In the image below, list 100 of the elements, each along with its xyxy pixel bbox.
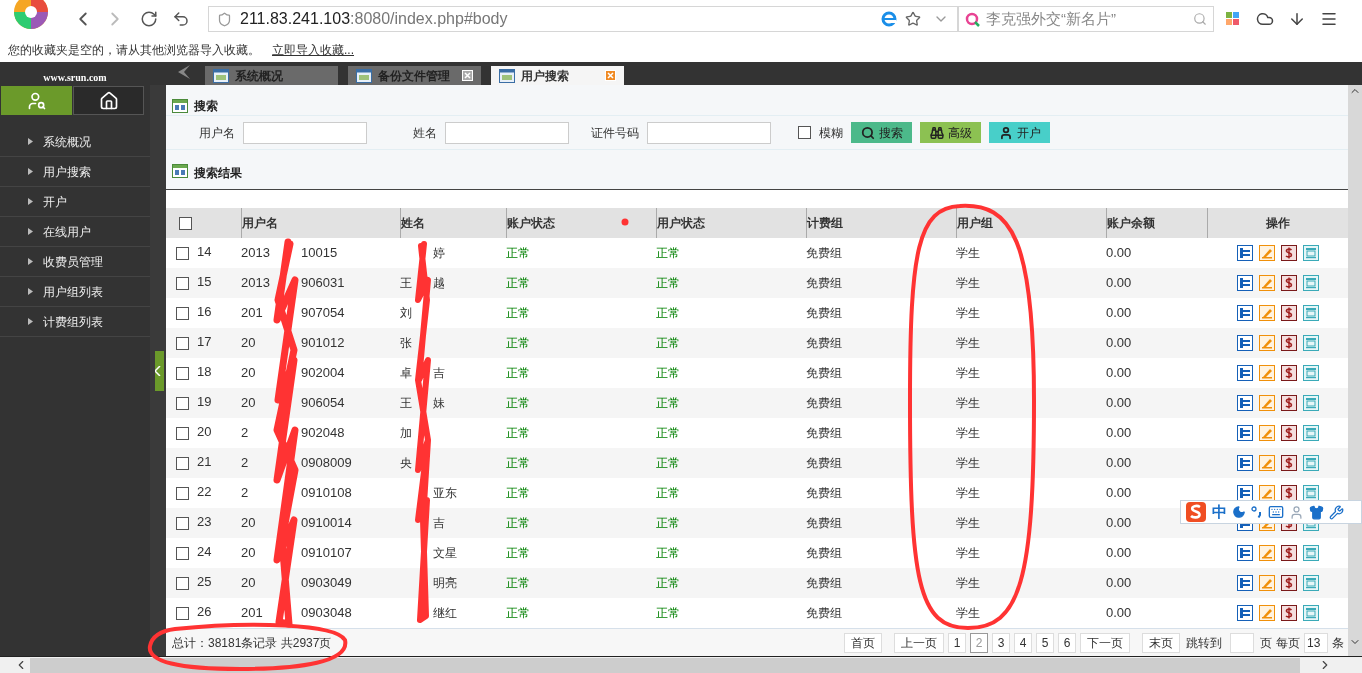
name-text: 央 [400,456,412,470]
username-text: 2 [241,485,249,501]
name-text: 加 [400,426,412,440]
row-number: 15 [197,272,212,291]
name-text: 文星 [433,545,457,562]
table-cell-text: 正常 [656,275,680,292]
table-cell-text: 0.00 [1106,544,1132,563]
row-number: 22 [197,482,212,501]
table-cell-text: 正常 [506,485,530,502]
table-cell-text: 免费组 [806,275,842,292]
username-text: 907054 [301,304,345,323]
table-cell-text: 免费组 [806,395,842,412]
name-text: 越 [433,275,445,292]
table-cell-text: 0.00 [1106,514,1132,533]
username-text: 10015 [301,244,338,263]
username-text: 0910107 [301,544,352,563]
previous-page-button[interactable]: 上一页 [894,632,944,653]
username-text: 0910014 [301,514,352,533]
table-cell-text: 正常 [656,335,680,352]
jump-label: 跳转到 [1186,634,1222,652]
table-cell-text: 正常 [506,425,530,442]
table-cell-text: 0.00 [1106,424,1132,443]
column-header: 账户状态 [507,215,555,232]
username-text: 0910108 [301,484,352,503]
table-cell-text: 学生 [956,575,980,592]
row-number: 17 [197,332,212,351]
column-header: 操作 [1266,215,1290,232]
username-text: 20 [241,395,256,411]
table-cell-text: 正常 [506,545,530,562]
column-header: 计费组 [807,215,843,232]
table-cell-text: 免费组 [806,485,842,502]
per-page-input[interactable]: 13 [1304,632,1328,653]
table-cell-text: 正常 [656,485,680,502]
table-cell-text: 学生 [956,245,980,262]
table-cell-text: 免费组 [806,335,842,352]
total-text: 总计：38181条记录 共2937页 [172,634,332,652]
panel-title: 搜索 [194,97,218,115]
table-cell-text: 正常 [506,605,530,622]
username-text: 20 [241,545,256,561]
action-button[interactable]: 高级 [920,122,981,143]
row-number: 24 [197,542,212,561]
name-text: 婷 [433,245,445,262]
row-number: 18 [197,362,212,381]
action-button[interactable]: 搜索 [851,122,912,143]
column-header: 姓名 [401,215,425,232]
page-button[interactable]: 3 [992,632,1010,653]
table-cell-text: 免费组 [806,425,842,442]
next-page-button[interactable]: 下一页 [1080,632,1130,653]
search-field[interactable]: 李克强外交“新名片” [958,6,1214,32]
table-cell-text: 0.00 [1106,394,1132,413]
import-link[interactable]: 立即导入收藏... [272,41,354,59]
ime-mode[interactable]: 中 [1212,500,1227,524]
table-cell-text: 正常 [506,365,530,382]
username-text: 0903048 [301,604,352,623]
row-number: 19 [197,392,212,411]
row-number: 14 [197,242,212,261]
username-text: 906054 [301,394,345,413]
checkbox-label: 模糊 [819,124,843,142]
address-bar[interactable]: 211.83.241.103:8080/index.php#body [208,6,958,32]
logo-text: www.srun.com [43,73,107,83]
table-cell-text: 免费组 [806,365,842,382]
table-cell-text: 正常 [656,575,680,592]
table-cell-text: 学生 [956,305,980,322]
username-text: 902048 [301,424,345,443]
tab[interactable]: 用户搜索 [491,66,624,85]
table-cell-text: 正常 [656,245,680,262]
table-cell-text: 正常 [656,545,680,562]
page-button[interactable]: 1 [948,632,966,653]
column-header: 用户状态 [657,215,705,232]
table-cell-text: 学生 [956,335,980,352]
action-button[interactable]: 开户 [989,122,1050,143]
field-label: 姓名 [413,124,437,142]
table-cell-text: 0.00 [1106,454,1132,473]
name-text: 王 [400,276,412,290]
table-cell-text: 免费组 [806,545,842,562]
name-text: 明亮 [433,575,457,592]
page-button[interactable]: 4 [1014,632,1032,653]
table-cell-text: 正常 [506,245,530,262]
table-cell-text: 免费组 [806,605,842,622]
last-page-button[interactable]: 末页 [1142,632,1180,653]
ime-floating-menu[interactable]: 中 [1180,500,1362,524]
page-button[interactable]: 6 [1058,632,1076,653]
table-cell-text: 正常 [506,515,530,532]
table-cell-text: 0.00 [1106,604,1132,623]
username-text: 2013 [241,275,270,291]
row-number: 16 [197,302,212,321]
row-number: 26 [197,602,212,621]
username-text: 901012 [301,334,345,353]
row-number: 20 [197,422,212,441]
first-page-button[interactable]: 首页 [844,632,882,653]
table-cell-text: 学生 [956,485,980,502]
per-page-unit-label: 条 [1332,634,1344,652]
table-cell-text: 学生 [956,275,980,292]
username-text: 20 [241,515,256,531]
table-cell-text: 学生 [956,455,980,472]
url-text: 211.83.241.103:8080/index.php#body [240,9,509,29]
page-button[interactable]: 5 [1036,632,1054,653]
name-text: 亚东 [433,485,457,502]
table-cell-text: 免费组 [806,305,842,322]
username-text: 2013 [241,245,270,261]
